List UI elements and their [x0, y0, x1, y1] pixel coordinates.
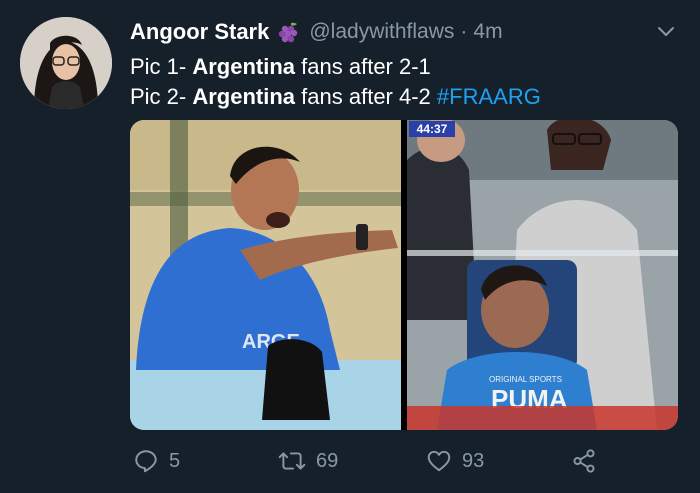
share-button[interactable]	[571, 448, 597, 474]
tweet-text-line-1: Pic 1- Argentina fans after 2-1	[130, 52, 541, 82]
text-fragment: Pic 2-	[130, 84, 193, 109]
text-fragment: fans after 4-2	[295, 84, 437, 109]
photo2-shirt-subtext: ORIGINAL SPORTS	[489, 375, 562, 384]
text-bold: Argentina	[192, 84, 296, 109]
media-grid: ARGE ORIGINAL SPORTS PUMA 44:37	[130, 120, 678, 430]
heart-icon	[427, 450, 451, 472]
tweet-card[interactable]: Angoor Stark @ladywithflaws · 4m Pic 1- …	[0, 0, 700, 493]
text-fragment: fans after 2-1	[295, 54, 431, 79]
text-bold: Argentina	[192, 54, 296, 79]
tweet-text-line-2: Pic 2- Argentina fans after 4-2 #FRAARG	[130, 82, 541, 112]
retweet-button[interactable]: 69	[278, 448, 338, 474]
retweet-icon	[278, 452, 306, 470]
share-icon	[573, 449, 595, 473]
timestamp[interactable]: 4m	[473, 20, 502, 44]
action-bar: 5 69 93	[0, 448, 700, 480]
clock-badge: 44:37	[409, 121, 455, 137]
photo-1[interactable]: ARGE	[130, 120, 401, 430]
like-button[interactable]: 93	[426, 448, 484, 474]
photo-2[interactable]: ORIGINAL SPORTS PUMA	[407, 120, 678, 430]
retweet-count: 69	[316, 449, 339, 472]
reply-button[interactable]: 5	[133, 448, 180, 474]
tweet-header: Angoor Stark @ladywithflaws · 4m	[130, 16, 503, 48]
reply-count: 5	[169, 449, 181, 472]
avatar[interactable]	[20, 17, 112, 109]
tweet-text: Pic 1- Argentina fans after 2-1 Pic 2- A…	[130, 52, 541, 112]
like-count: 93	[462, 449, 485, 472]
grapes-icon	[277, 20, 301, 44]
profile-avatar-icon	[20, 17, 112, 109]
display-name[interactable]: Angoor Stark	[130, 19, 269, 45]
time-separator: ·	[460, 20, 468, 43]
text-fragment: Pic 1-	[130, 54, 193, 79]
chevron-down-icon[interactable]	[656, 22, 676, 42]
handle[interactable]: @ladywithflaws	[309, 20, 454, 44]
hashtag-link[interactable]: #FRAARG	[437, 84, 541, 109]
reply-icon	[135, 450, 157, 473]
